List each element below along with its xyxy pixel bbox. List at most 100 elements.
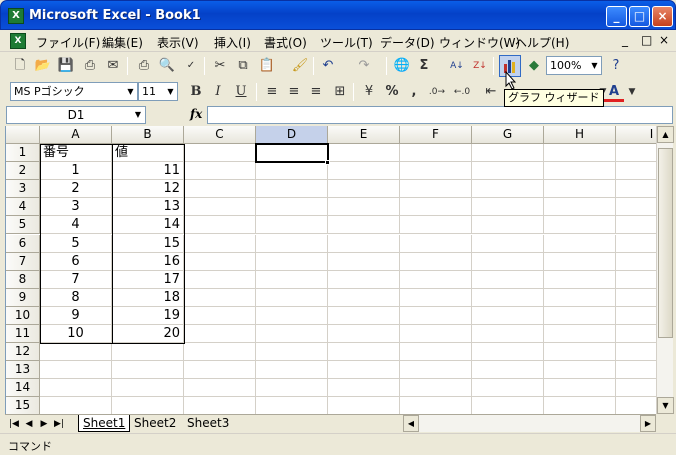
column-header-e[interactable]: E: [328, 126, 400, 144]
cell-i9[interactable]: [616, 289, 656, 307]
menu-tools[interactable]: ツール(T): [320, 34, 373, 51]
cell-b1[interactable]: 値: [112, 144, 184, 162]
cell-g2[interactable]: [472, 162, 544, 181]
row-header-6[interactable]: 6: [6, 234, 40, 253]
cell-h10[interactable]: [544, 306, 616, 325]
menu-file[interactable]: ファイル(F): [36, 34, 100, 51]
cell-i1[interactable]: [616, 144, 656, 162]
cell-f2[interactable]: [400, 162, 472, 181]
open-icon[interactable]: 📂: [33, 56, 53, 76]
column-header-f[interactable]: F: [400, 126, 472, 144]
cell-i6[interactable]: [616, 235, 656, 253]
cell-e10[interactable]: [328, 306, 400, 325]
cell-c7[interactable]: [184, 252, 256, 271]
cell-h4[interactable]: [544, 198, 616, 217]
cell-a15[interactable]: [40, 397, 112, 414]
cell-g9[interactable]: [472, 288, 544, 307]
cell-d5[interactable]: [256, 216, 328, 235]
cell-a11[interactable]: 10: [40, 325, 112, 343]
row-header-4[interactable]: 4: [6, 198, 40, 217]
cell-h2[interactable]: [544, 162, 616, 181]
cell-f11[interactable]: [400, 325, 472, 343]
cell-d13[interactable]: [256, 361, 328, 380]
sheet-tab-2[interactable]: Sheet2: [130, 415, 180, 432]
cell-a1[interactable]: 番号: [40, 144, 112, 162]
column-header-i[interactable]: I: [616, 126, 656, 144]
cell-h7[interactable]: [544, 252, 616, 271]
cell-g8[interactable]: [472, 270, 544, 289]
vertical-scroll-thumb[interactable]: [658, 148, 673, 338]
prev-sheet-icon[interactable]: ◀: [23, 417, 35, 431]
row-header-12[interactable]: 12: [6, 343, 40, 362]
align-left-icon[interactable]: ≡: [262, 82, 282, 102]
cell-i14[interactable]: [616, 379, 656, 398]
cell-e1[interactable]: [328, 144, 400, 162]
column-header-b[interactable]: B: [112, 126, 184, 144]
row-header-5[interactable]: 5: [6, 216, 40, 235]
cell-d15[interactable]: [256, 397, 328, 414]
cell-f3[interactable]: [400, 180, 472, 199]
column-header-a[interactable]: A: [40, 126, 112, 144]
spelling-icon[interactable]: ✓: [181, 56, 201, 76]
row-header-3[interactable]: 3: [6, 180, 40, 199]
menu-view[interactable]: 表示(V): [157, 34, 199, 51]
row-header-7[interactable]: 7: [6, 252, 40, 271]
menu-data[interactable]: データ(D): [380, 34, 435, 51]
cell-a7[interactable]: 6: [40, 252, 112, 271]
menu-format[interactable]: 書式(O): [264, 34, 307, 51]
align-right-icon[interactable]: ≡: [306, 82, 326, 102]
cell-g6[interactable]: [472, 234, 544, 253]
format-painter-icon[interactable]: 🖌: [290, 56, 310, 76]
column-header-h[interactable]: H: [544, 126, 616, 144]
worksheet-grid[interactable]: A B C D E F G H I 1 番号値 2 1 11 3 2 12 4 3 13 5 4 14 6 5 15 7 6 16 8 7 1…: [5, 126, 656, 414]
cell-f8[interactable]: [400, 270, 472, 289]
cell-c4[interactable]: [184, 198, 256, 217]
next-sheet-icon[interactable]: ▶: [38, 417, 50, 431]
cell-g10[interactable]: [472, 306, 544, 325]
cell-d10[interactable]: [256, 306, 328, 325]
cell-b15[interactable]: [112, 397, 184, 414]
cell-b2[interactable]: 11: [112, 162, 184, 181]
vertical-scrollbar[interactable]: ▲ ▼: [656, 126, 674, 414]
decrease-indent-icon[interactable]: ⇤: [481, 82, 501, 102]
cell-f10[interactable]: [400, 306, 472, 325]
cell-c9[interactable]: [184, 288, 256, 307]
zoom-combo[interactable]: 100% ▼: [546, 56, 602, 75]
sort-descending-icon[interactable]: Z↓: [470, 56, 490, 76]
maximize-button[interactable]: □: [629, 6, 650, 27]
sort-ascending-icon[interactable]: A↓: [447, 56, 467, 76]
cell-d14[interactable]: [256, 379, 328, 398]
cell-h1[interactable]: [544, 144, 616, 162]
cell-d4[interactable]: [256, 198, 328, 217]
cell-g15[interactable]: [472, 397, 544, 414]
cell-b10[interactable]: 19: [112, 306, 184, 325]
cell-d12[interactable]: [256, 343, 328, 362]
cell-h11[interactable]: [544, 325, 616, 343]
cell-e3[interactable]: [328, 180, 400, 199]
font-color-icon[interactable]: A: [604, 82, 624, 102]
scroll-up-icon[interactable]: ▲: [657, 126, 674, 143]
cell-a12[interactable]: [40, 343, 112, 362]
cell-c11[interactable]: [184, 325, 256, 343]
cell-a10[interactable]: 9: [40, 306, 112, 325]
cell-f9[interactable]: [400, 288, 472, 307]
cell-i15[interactable]: [616, 397, 656, 414]
cell-c8[interactable]: [184, 270, 256, 289]
cell-b4[interactable]: 13: [112, 198, 184, 217]
cut-icon[interactable]: ✂: [210, 56, 230, 76]
cell-i10[interactable]: [616, 307, 656, 325]
print-preview-icon[interactable]: 🔍: [157, 56, 177, 76]
scroll-down-icon[interactable]: ▼: [657, 397, 674, 414]
cell-f4[interactable]: [400, 198, 472, 217]
cell-i8[interactable]: [616, 271, 656, 289]
cell-b9[interactable]: 18: [112, 288, 184, 307]
drawing-icon[interactable]: ◆: [524, 56, 544, 76]
cell-b5[interactable]: 14: [112, 216, 184, 235]
autosum-icon[interactable]: Σ: [414, 56, 434, 76]
cell-e14[interactable]: [328, 379, 400, 398]
scroll-right-icon[interactable]: ▶: [640, 415, 656, 432]
cell-c13[interactable]: [184, 361, 256, 380]
last-sheet-icon[interactable]: ▶|: [53, 417, 65, 431]
scroll-left-icon[interactable]: ◀: [403, 415, 419, 432]
cell-h3[interactable]: [544, 180, 616, 199]
